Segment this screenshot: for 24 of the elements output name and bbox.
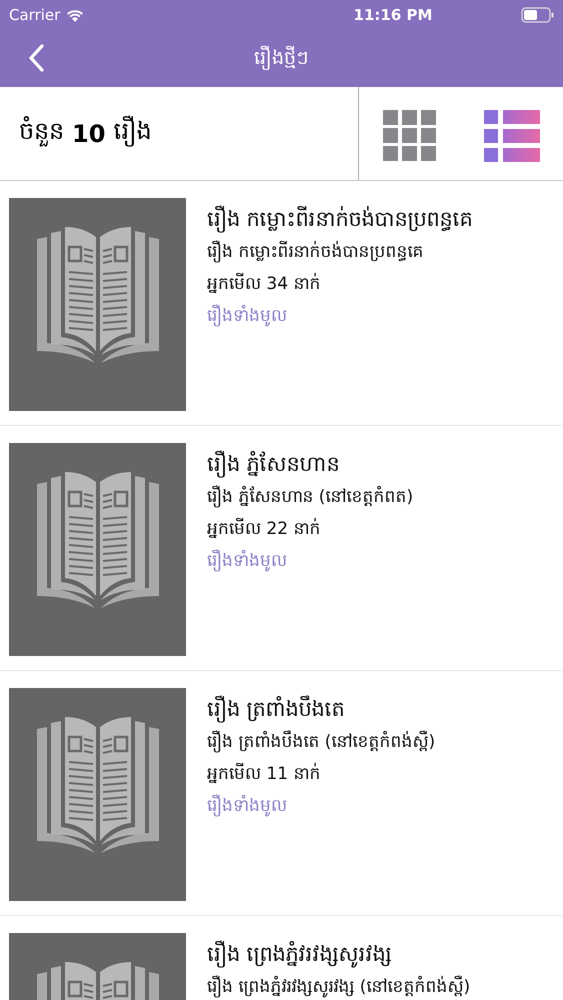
carrier-label: Carrier: [9, 6, 60, 24]
story-title[interactable]: រឿង ត្រពាំងបឹងតេ: [207, 694, 436, 724]
story-title[interactable]: រឿង ព្រេងភ្នំវរវង្សសូរវង្ស: [207, 939, 470, 969]
count-label: រឿង: [113, 116, 152, 149]
story-subtitle: រឿង ព្រេងភ្នំវរវង្សសូរវង្ស (នៅខេត្តកំពង់ស្ពឺ): [207, 974, 470, 1000]
cover-placeholder[interactable]: [9, 443, 186, 656]
view-count: អ្នកមើល 22 នាក់: [207, 516, 322, 541]
nav-title: រឿងថ្មីៗ: [254, 44, 309, 72]
grid-view-button[interactable]: [380, 108, 438, 164]
cover-placeholder[interactable]: [9, 198, 186, 411]
list-view-button[interactable]: [482, 108, 542, 164]
story-title[interactable]: រឿង កម្លោះពីរនាក់ចង់បានប្រពន្ធគេ: [207, 204, 473, 234]
status-time: 11:16 PM: [352, 6, 434, 24]
view-count: អ្នកមើល 34 នាក់: [207, 272, 322, 296]
count-label: ចំនួន: [19, 116, 64, 149]
story-subtitle: រឿង កម្លោះពីរនាក់ចង់បានប្រពន្ធគេ: [207, 239, 424, 264]
story-subtitle: រឿង ត្រពាំងបឹងតេ (នៅខេត្តកំពង់ស្ពឺ): [207, 729, 436, 754]
story-subtitle: រឿង ភ្នំសែនហាន (នៅខេត្តកំពត): [207, 484, 414, 510]
story-count: 10: [72, 120, 106, 148]
cover-placeholder[interactable]: [9, 688, 186, 901]
battery-icon: [521, 7, 555, 23]
wifi-icon: [66, 8, 84, 22]
story-title[interactable]: រឿង ភ្នំសែនហាន: [207, 449, 414, 479]
view-count: អ្នកមើល 11 នាក់: [207, 762, 322, 786]
